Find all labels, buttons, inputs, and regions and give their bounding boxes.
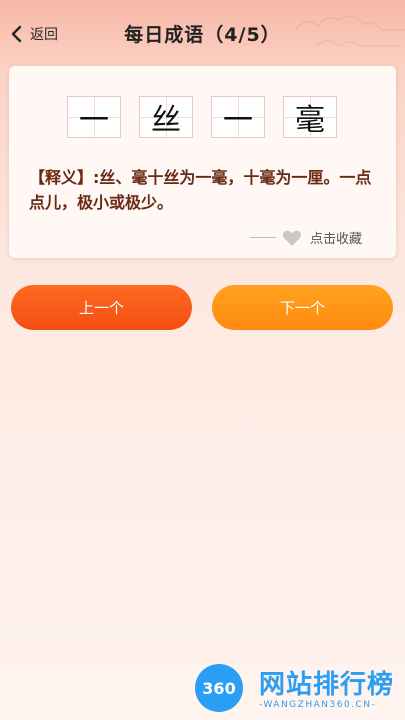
idiom-card: 一 丝 一 毫 【释义】:丝、毫十丝为一毫，十毫为一厘。一点点儿，极小或极少。 …: [9, 66, 396, 258]
idiom-char-box: 毫: [283, 96, 337, 138]
prev-idiom-button[interactable]: 上一个: [11, 285, 192, 330]
next-idiom-label: 下一个: [279, 299, 325, 317]
idiom-char: 丝: [151, 103, 181, 138]
idiom-char: 毫: [295, 103, 325, 138]
prev-idiom-label: 上一个: [78, 299, 124, 317]
watermark: 360 网站排行榜 -WANGZHAN360.CN-: [195, 660, 405, 716]
heart-icon: [282, 230, 302, 246]
watermark-logo: 360: [195, 664, 243, 712]
idiom-characters: 一 丝 一 毫: [67, 96, 337, 138]
next-idiom-button[interactable]: 下一个: [212, 285, 393, 330]
page-title: 每日成语（4/5）: [124, 24, 281, 46]
idiom-char-box: 丝: [139, 96, 193, 138]
header: 返回 每日成语（4/5）: [0, 0, 405, 66]
idiom-char-box: 一: [211, 96, 265, 138]
divider-line: [249, 237, 276, 238]
favorite-label: 点击收藏: [309, 232, 362, 247]
idiom-char-box: 一: [67, 96, 121, 138]
idiom-char: 一: [223, 103, 253, 138]
favorite-button[interactable]: 点击收藏: [249, 228, 362, 247]
idiom-char: 一: [79, 103, 109, 138]
watermark-domain: -WANGZHAN360.CN-: [259, 700, 377, 710]
idiom-meaning: 【释义】:丝、毫十丝为一毫，十毫为一厘。一点点儿，极小或极少。: [29, 168, 372, 212]
watermark-name: 网站排行榜: [259, 670, 395, 700]
